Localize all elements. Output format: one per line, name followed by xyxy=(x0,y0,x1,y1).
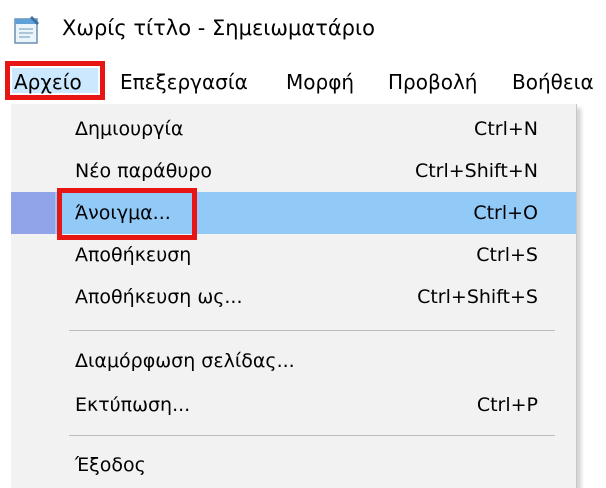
file-menu-dropdown: Δημιουργία Ctrl+N Νέο παράθυρο Ctrl+Shif… xyxy=(11,104,577,488)
title-bar: Χωρίς τίτλο - Σημειωματάριο xyxy=(0,0,606,56)
menu-item-label: Διαμόρφωση σελίδας... xyxy=(75,350,295,372)
menu-file[interactable]: Αρχείο xyxy=(14,70,82,94)
menu-item-page-setup[interactable]: Διαμόρφωση σελίδας... xyxy=(11,340,576,382)
menu-item-label: Αποθήκευση ως... xyxy=(75,286,243,308)
menu-edit[interactable]: Επεξεργασία xyxy=(120,70,248,94)
menu-item-shortcut: Ctrl+N xyxy=(474,118,538,140)
menu-format[interactable]: Μορφή xyxy=(286,70,354,94)
menu-item-label: Αποθήκευση xyxy=(75,244,192,266)
menu-item-shortcut: Ctrl+S xyxy=(476,244,538,266)
menu-item-shortcut: Ctrl+O xyxy=(473,202,538,224)
window-title: Χωρίς τίτλο - Σημειωματάριο xyxy=(62,16,375,40)
menu-item-label: Έξοδος xyxy=(75,454,146,476)
menu-item-exit[interactable]: Έξοδος xyxy=(11,444,576,486)
menu-item-gutter-highlight xyxy=(11,192,55,234)
menu-item-open[interactable]: Άνοιγμα... Ctrl+O xyxy=(11,188,576,240)
menu-item-new[interactable]: Δημιουργία Ctrl+N xyxy=(11,108,576,150)
menu-item-save[interactable]: Αποθήκευση Ctrl+S xyxy=(11,234,576,276)
menu-item-save-as[interactable]: Αποθήκευση ως... Ctrl+Shift+S xyxy=(11,276,576,318)
notepad-icon xyxy=(13,14,41,44)
menu-item-shortcut: Ctrl+Shift+S xyxy=(417,286,538,308)
menu-help[interactable]: Βοήθεια xyxy=(512,70,594,94)
menu-item-shortcut: Ctrl+Shift+N xyxy=(414,160,538,182)
menu-item-label: Νέο παράθυρο xyxy=(75,160,212,182)
menu-separator xyxy=(69,330,555,331)
menu-item-shortcut: Ctrl+P xyxy=(476,394,538,416)
menu-item-label: Δημιουργία xyxy=(75,118,184,140)
menu-item-open-highlight-box xyxy=(57,188,197,240)
menu-view[interactable]: Προβολή xyxy=(388,70,477,94)
menu-bar: Αρχείο Επεξεργασία Μορφή Προβολή Βοήθεια xyxy=(0,56,606,104)
menu-item-print[interactable]: Εκτύπωση... Ctrl+P xyxy=(11,384,576,426)
menu-item-new-window[interactable]: Νέο παράθυρο Ctrl+Shift+N xyxy=(11,150,576,192)
menu-separator xyxy=(69,435,555,436)
menu-item-label: Εκτύπωση... xyxy=(75,394,191,416)
